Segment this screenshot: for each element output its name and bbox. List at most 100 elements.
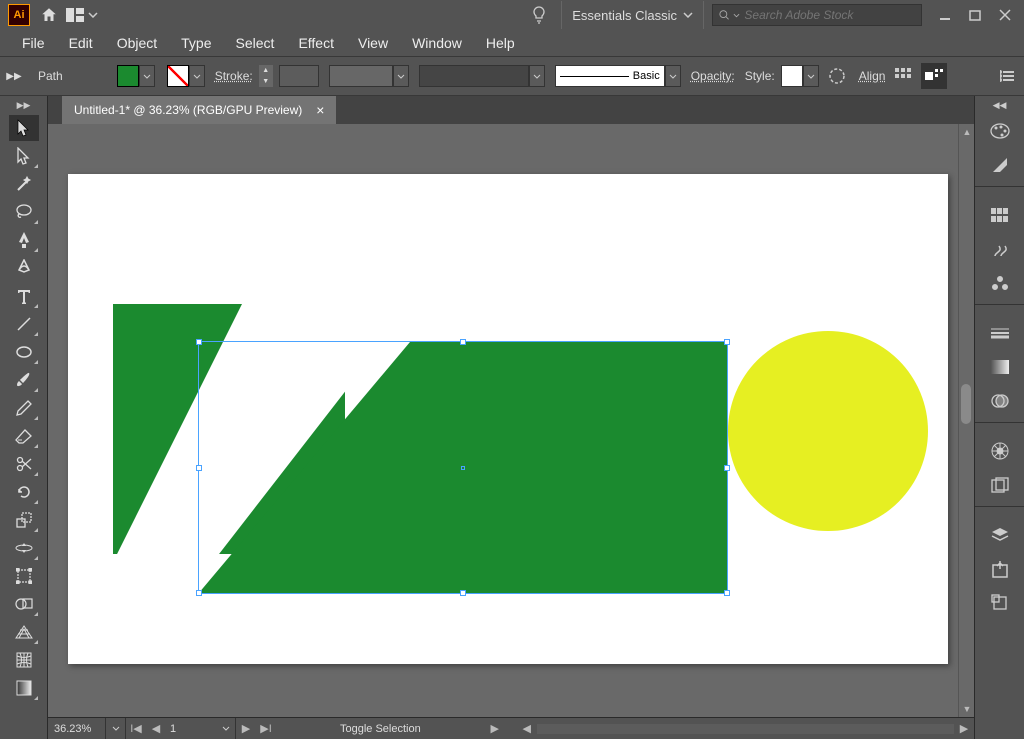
search-stock-input[interactable] bbox=[744, 8, 915, 22]
artboard-number-field[interactable]: 1 bbox=[166, 723, 216, 735]
brush-definition-dropdown[interactable] bbox=[529, 65, 545, 87]
variable-width-dropdown[interactable] bbox=[393, 65, 409, 87]
zoom-level-field[interactable]: 36.23% bbox=[48, 718, 106, 739]
appearance-panel-icon[interactable] bbox=[985, 437, 1015, 465]
curvature-tool[interactable] bbox=[9, 255, 39, 281]
selection-handle-nw[interactable] bbox=[196, 339, 202, 345]
shape-circle[interactable] bbox=[728, 331, 928, 531]
artboards-panel-icon[interactable] bbox=[985, 589, 1015, 617]
paintbrush-tool[interactable] bbox=[9, 367, 39, 393]
first-artboard-icon[interactable]: I◀ bbox=[126, 718, 146, 739]
search-stock-field[interactable] bbox=[712, 4, 922, 26]
graphic-style-dropdown[interactable] bbox=[803, 65, 819, 87]
scroll-left-icon[interactable]: ◀ bbox=[517, 718, 537, 739]
scissors-tool[interactable] bbox=[9, 451, 39, 477]
recolor-artwork-icon[interactable] bbox=[825, 64, 849, 88]
symbols-panel-icon[interactable] bbox=[985, 269, 1015, 297]
stroke-weight-field[interactable] bbox=[279, 65, 319, 87]
fill-dropdown[interactable] bbox=[139, 65, 155, 87]
selection-bounding-box[interactable] bbox=[198, 341, 728, 594]
minimize-button[interactable] bbox=[930, 2, 960, 28]
brushes-panel-icon[interactable] bbox=[985, 235, 1015, 263]
graphic-styles-panel-icon[interactable] bbox=[985, 471, 1015, 499]
perspective-grid-tool[interactable] bbox=[9, 619, 39, 645]
workspace-switcher[interactable]: Essentials Classic bbox=[561, 1, 704, 29]
color-guide-panel-icon[interactable] bbox=[985, 151, 1015, 179]
control-bar-menu-icon[interactable]: ▶▶ bbox=[4, 71, 24, 82]
eraser-tool[interactable] bbox=[9, 423, 39, 449]
align-options-icon[interactable] bbox=[891, 64, 915, 88]
scroll-down-icon[interactable]: ▼ bbox=[959, 701, 974, 717]
menu-object[interactable]: Object bbox=[105, 32, 169, 54]
document-tab[interactable]: Untitled-1* @ 36.23% (RGB/GPU Preview) × bbox=[62, 96, 336, 124]
selection-handle-e[interactable] bbox=[724, 465, 730, 471]
selection-handle-se[interactable] bbox=[724, 590, 730, 596]
stroke-panel-icon[interactable] bbox=[985, 319, 1015, 347]
scroll-right-icon[interactable]: ▶ bbox=[954, 718, 974, 739]
maximize-button[interactable] bbox=[960, 2, 990, 28]
artboard-dropdown[interactable] bbox=[216, 718, 236, 739]
artboard[interactable] bbox=[68, 174, 948, 664]
swatches-panel-icon[interactable] bbox=[985, 201, 1015, 229]
variable-width-profile[interactable] bbox=[329, 65, 393, 87]
selection-handle-ne[interactable] bbox=[724, 339, 730, 345]
menu-file[interactable]: File bbox=[10, 32, 57, 54]
selection-handle-sw[interactable] bbox=[196, 590, 202, 596]
next-artboard-icon[interactable]: ▶ bbox=[236, 718, 256, 739]
discover-icon[interactable] bbox=[531, 6, 561, 24]
selection-handle-s[interactable] bbox=[460, 590, 466, 596]
tools-expand-icon[interactable]: ▶▶ bbox=[0, 96, 47, 114]
scale-tool[interactable] bbox=[9, 507, 39, 533]
shape-builder-tool[interactable] bbox=[9, 591, 39, 617]
prev-artboard-icon[interactable]: ◀ bbox=[146, 718, 166, 739]
stroke-weight-stepper[interactable]: ▲▼ bbox=[259, 65, 273, 87]
menu-select[interactable]: Select bbox=[224, 32, 287, 54]
vertical-scroll-thumb[interactable] bbox=[961, 384, 971, 424]
stroke-swatch[interactable] bbox=[167, 65, 189, 87]
control-bar-more-icon[interactable] bbox=[994, 63, 1020, 89]
width-tool[interactable] bbox=[9, 535, 39, 561]
magic-wand-tool[interactable] bbox=[9, 171, 39, 197]
ellipse-tool[interactable] bbox=[9, 339, 39, 365]
home-icon[interactable] bbox=[36, 2, 62, 28]
tab-close-icon[interactable]: × bbox=[316, 102, 324, 118]
status-menu-icon[interactable]: ▶ bbox=[485, 718, 505, 739]
scroll-up-icon[interactable]: ▲ bbox=[959, 124, 974, 140]
color-panel-icon[interactable] bbox=[985, 117, 1015, 145]
arrange-documents-icon[interactable] bbox=[62, 8, 102, 22]
line-segment-tool[interactable] bbox=[9, 311, 39, 337]
selection-tool[interactable] bbox=[9, 115, 39, 141]
rotate-tool[interactable] bbox=[9, 479, 39, 505]
brush-profile-dropdown[interactable] bbox=[665, 65, 681, 87]
graphic-style-swatch[interactable] bbox=[781, 65, 803, 87]
selection-handle-n[interactable] bbox=[460, 339, 466, 345]
menu-window[interactable]: Window bbox=[400, 32, 474, 54]
panels-expand-icon[interactable]: ◀◀ bbox=[975, 96, 1024, 114]
menu-view[interactable]: View bbox=[346, 32, 400, 54]
free-transform-tool[interactable] bbox=[9, 563, 39, 589]
selection-handle-w[interactable] bbox=[196, 465, 202, 471]
layers-panel-icon[interactable] bbox=[985, 521, 1015, 549]
transparency-panel-icon[interactable] bbox=[985, 387, 1015, 415]
isolate-icon[interactable] bbox=[921, 63, 947, 89]
canvas[interactable] bbox=[48, 124, 958, 717]
zoom-dropdown[interactable] bbox=[106, 718, 126, 739]
stroke-dropdown[interactable] bbox=[189, 65, 205, 87]
menu-edit[interactable]: Edit bbox=[57, 32, 105, 54]
pen-tool[interactable] bbox=[9, 227, 39, 253]
pencil-tool[interactable] bbox=[9, 395, 39, 421]
menu-effect[interactable]: Effect bbox=[286, 32, 346, 54]
mesh-tool[interactable] bbox=[9, 647, 39, 673]
gradient-tool[interactable] bbox=[9, 675, 39, 701]
horizontal-scrollbar[interactable] bbox=[537, 724, 954, 734]
type-tool[interactable] bbox=[9, 283, 39, 309]
brush-profile[interactable]: Basic bbox=[555, 65, 665, 87]
menu-type[interactable]: Type bbox=[169, 32, 223, 54]
last-artboard-icon[interactable]: ▶I bbox=[256, 718, 276, 739]
asset-export-panel-icon[interactable] bbox=[985, 555, 1015, 583]
vertical-scrollbar[interactable]: ▲ ▼ bbox=[958, 124, 974, 717]
gradient-panel-icon[interactable] bbox=[985, 353, 1015, 381]
direct-selection-tool[interactable] bbox=[9, 143, 39, 169]
brush-definition[interactable] bbox=[419, 65, 529, 87]
lasso-tool[interactable] bbox=[9, 199, 39, 225]
